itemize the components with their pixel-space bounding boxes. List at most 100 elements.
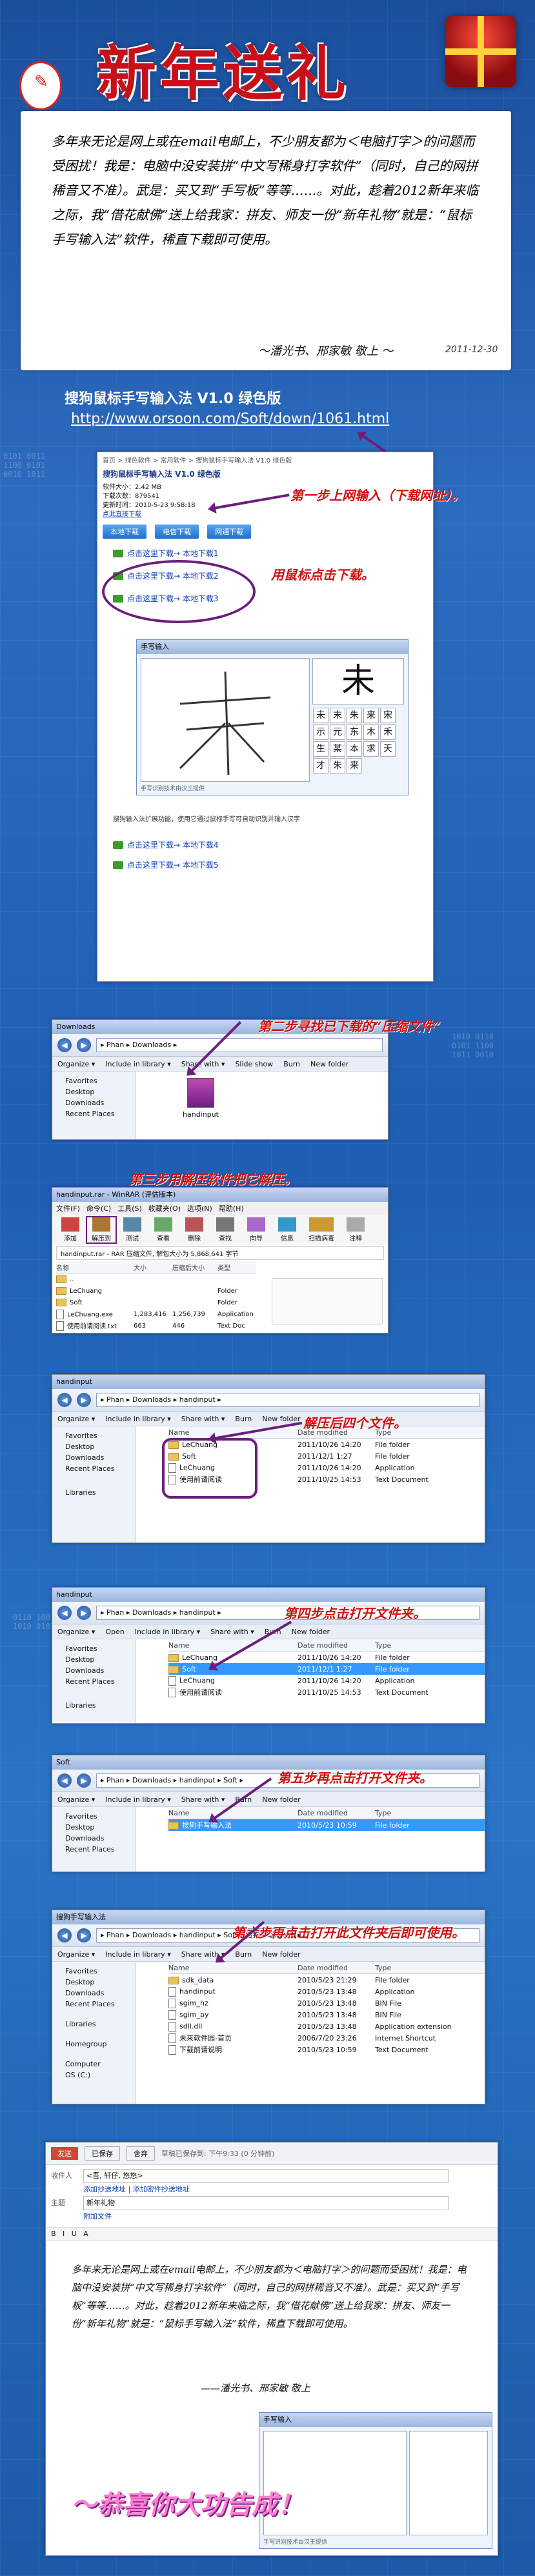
cmd-organize[interactable]: Organize ▾ [57, 1950, 95, 1959]
col-date[interactable]: Date modified [298, 1809, 375, 1817]
candidate-char[interactable]: 宋 [380, 708, 396, 723]
menu-tools[interactable]: 工具(S) [117, 1203, 142, 1213]
table-row[interactable]: 下载前请说明 2010/5/23 10:59 Text Document [168, 2044, 485, 2055]
table-row[interactable]: sgim_py 2010/5/23 13:48 BIN File [168, 2009, 485, 2021]
telecom-download-button[interactable]: 电信下载 [155, 524, 199, 539]
netcom-download-button[interactable]: 网通下载 [207, 524, 252, 539]
table-row[interactable]: sgim_hz 2010/5/23 13:48 BIN File [168, 1997, 485, 2009]
cmd-organize[interactable]: Organize ▾ [57, 1060, 95, 1068]
cmd-include[interactable]: Include in library ▾ [105, 1795, 170, 1804]
menu-help[interactable]: 帮助(H) [219, 1203, 244, 1213]
discard-button[interactable]: 舍弃 [126, 2146, 155, 2161]
table-row[interactable]: LeChuang.exe 1,283,416 1,256,739 Applicatio… [56, 1308, 256, 1320]
forward-icon[interactable]: ▶ [77, 1773, 91, 1788]
col-name[interactable]: 名称 [56, 1263, 134, 1272]
col-type[interactable]: Type [375, 1641, 452, 1650]
cmd-new-folder[interactable]: New folder [262, 1795, 300, 1804]
menu-command[interactable]: 命令(C) [86, 1203, 111, 1213]
attach-link[interactable]: 附加文件 [51, 2210, 492, 2223]
col-date[interactable]: Date modified [298, 1641, 375, 1650]
candidate-char[interactable]: 朱 [330, 758, 345, 774]
col-type[interactable]: Type [375, 1809, 452, 1817]
cmd-include[interactable]: Include in library ▾ [105, 1950, 170, 1959]
menu-options[interactable]: 选项(N) [187, 1203, 212, 1213]
table-row[interactable]: sdll.dll 2010/5/23 13:48 Application exten… [168, 2021, 485, 2032]
tool-add[interactable]: 添加 [56, 1217, 85, 1243]
tool-info[interactable]: 信息 [273, 1217, 301, 1243]
download-url-link[interactable]: http://www.orsoon.com/Soft/down/1061.htm… [71, 411, 389, 427]
back-icon[interactable]: ◀ [57, 1773, 72, 1788]
table-row[interactable]: 使用前请阅读 2011/10/25 14:53 Text Document [168, 1686, 485, 1698]
back-icon[interactable]: ◀ [57, 1928, 72, 1942]
to-field[interactable]: <吾, 轩仔, 悠悠> [83, 2169, 449, 2183]
table-row[interactable]: LeChuang Folder [56, 1285, 256, 1297]
cmd-new-folder[interactable]: New folder [292, 1628, 330, 1636]
table-row[interactable]: handinput 2010/5/23 13:48 Application [168, 1986, 485, 1997]
menu-favorites[interactable]: 收藏夹(O) [148, 1203, 181, 1213]
candidate-char[interactable]: 来 [347, 758, 362, 774]
nav-favorites[interactable]: Favorites [56, 1811, 132, 1822]
candidate-char[interactable]: 某 [330, 741, 345, 757]
candidate-char[interactable]: 禾 [380, 724, 396, 740]
cmd-share[interactable]: Share with ▾ [181, 1415, 225, 1423]
candidate-char[interactable]: 示 [313, 724, 328, 740]
mail-body[interactable]: 多年来无论是网上或在email电邮上，不少朋友都为＜电脑打字＞的问题而受困扰！我… [46, 2241, 498, 2352]
nav-computer[interactable]: Computer [56, 2059, 132, 2070]
nav-favorites[interactable]: Favorites [56, 1075, 132, 1086]
candidate-char[interactable]: 东 [347, 724, 362, 740]
direct-download-link[interactable]: 点此直接下载 [103, 510, 428, 519]
tool-comment[interactable]: 注释 [341, 1217, 370, 1243]
candidate-char[interactable]: 天 [380, 741, 396, 757]
back-icon[interactable]: ◀ [57, 1393, 72, 1407]
rar-file-item[interactable]: handinput [181, 1078, 220, 1119]
nav-downloads[interactable]: Downloads [56, 1988, 132, 1999]
tool-view[interactable]: 查看 [149, 1217, 177, 1243]
candidate-char[interactable]: 木 [363, 724, 379, 740]
download-link-4[interactable]: 点击这里下载→ 本地下载4 [113, 839, 219, 850]
cmd-organize[interactable]: Organize ▾ [57, 1795, 95, 1804]
cmd-include[interactable]: Include in library ▾ [135, 1628, 200, 1636]
tool-test[interactable]: 测试 [118, 1217, 146, 1243]
table-row[interactable]: sdk_data 2010/5/23 21:29 File folder [168, 1974, 485, 1986]
nav-desktop[interactable]: Desktop [56, 1441, 132, 1452]
back-icon[interactable]: ◀ [57, 1038, 72, 1052]
col-packed[interactable]: 压缩后大小 [172, 1263, 217, 1272]
nav-downloads[interactable]: Downloads [56, 1452, 132, 1463]
forward-icon[interactable]: ▶ [77, 1928, 91, 1942]
table-row[interactable]: 使用前请阅读.txt 663 446 Text Doc [56, 1320, 256, 1332]
address-bar[interactable]: ▸ Phan ▸ Downloads ▸ [96, 1038, 383, 1052]
nav-homegroup[interactable]: Homegroup [56, 2039, 132, 2050]
cmd-open[interactable]: Open [105, 1628, 124, 1636]
tool-delete[interactable]: 删除 [180, 1217, 208, 1243]
cmd-new-folder[interactable]: New folder [262, 1415, 300, 1423]
nav-recent[interactable]: Recent Places [56, 1676, 132, 1687]
col-name[interactable]: Name [168, 1809, 298, 1817]
nav-os-drive[interactable]: OS (C:) [56, 2070, 132, 2081]
download-link-1[interactable]: 点击这里下载→ 本地下载1 [113, 548, 418, 559]
candidate-char[interactable]: 末 [330, 708, 345, 723]
tool-virusscan[interactable]: 扫描病毒 [304, 1217, 339, 1243]
table-row[interactable]: Soft Folder [56, 1297, 256, 1308]
nav-recent[interactable]: Recent Places [56, 1844, 132, 1855]
nav-recent[interactable]: Recent Places [56, 1999, 132, 2010]
forward-icon[interactable]: ▶ [77, 1606, 91, 1620]
nav-recent[interactable]: Recent Places [56, 1463, 132, 1474]
candidate-char[interactable]: 来 [363, 708, 379, 723]
nav-libraries[interactable]: Libraries [56, 1487, 132, 1498]
saved-button[interactable]: 已保存 [85, 2146, 120, 2161]
tool-find[interactable]: 查找 [211, 1217, 239, 1243]
nav-favorites[interactable]: Favorites [56, 1430, 132, 1441]
candidate-char[interactable]: 才 [313, 758, 328, 774]
cmd-include[interactable]: Include in library ▾ [105, 1060, 170, 1068]
nav-libraries[interactable]: Libraries [56, 1700, 132, 1711]
candidate-char[interactable]: 生 [313, 741, 328, 757]
cmd-burn[interactable]: Burn [235, 1950, 252, 1959]
nav-recent[interactable]: Recent Places [56, 1108, 132, 1119]
candidate-char[interactable]: 求 [363, 741, 379, 757]
table-row[interactable]: .. [56, 1273, 256, 1285]
cmd-burn[interactable]: Burn [283, 1060, 300, 1068]
forward-icon[interactable]: ▶ [77, 1393, 91, 1407]
col-type[interactable]: Type [375, 1964, 465, 1972]
back-icon[interactable]: ◀ [57, 1606, 72, 1620]
cmd-burn[interactable]: Burn [235, 1415, 252, 1423]
